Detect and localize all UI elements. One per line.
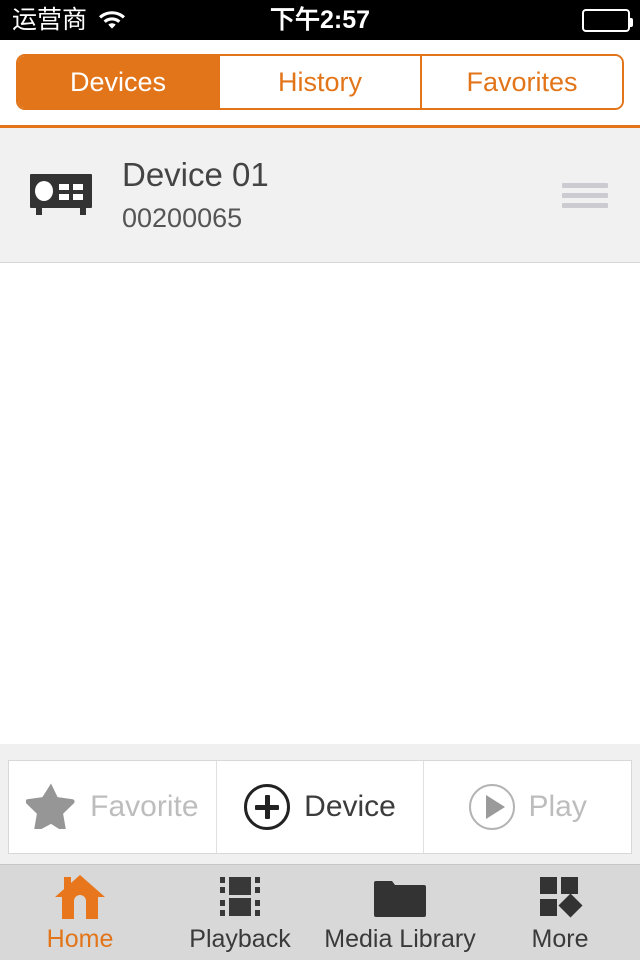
tab-devices[interactable]: Devices: [18, 56, 218, 108]
app-screen: 运营商 下午2:57 Devices History Favorites Dev…: [0, 0, 640, 960]
grid-more-icon: [537, 874, 583, 920]
tab-media-library[interactable]: Media Library: [320, 865, 480, 960]
segmented-control-bar: Devices History Favorites: [0, 40, 640, 128]
tab-devices-label: Devices: [69, 66, 167, 97]
star-icon: [25, 781, 76, 834]
add-device-label: Device: [304, 790, 396, 823]
device-info: Device 01 00200065: [106, 158, 562, 232]
tab-favorites[interactable]: Favorites: [420, 56, 622, 108]
tab-history[interactable]: History: [218, 56, 420, 108]
carrier-label: 运营商: [12, 5, 88, 34]
play-button[interactable]: Play: [423, 761, 631, 853]
film-strip-icon: [217, 874, 263, 920]
drag-handle-icon[interactable]: [562, 182, 608, 208]
favorite-label: Favorite: [90, 790, 199, 823]
status-bar: 运营商 下午2:57: [0, 0, 640, 40]
action-toolbar-container: Favorite Device Play: [0, 744, 640, 864]
tab-playback-label: Playback: [189, 925, 291, 953]
play-label: Play: [528, 790, 587, 823]
tab-history-label: History: [277, 66, 362, 97]
segmented-control[interactable]: Devices History Favorites: [16, 54, 624, 110]
add-device-button[interactable]: Device: [215, 761, 424, 853]
tab-home-label: Home: [46, 925, 114, 953]
wifi-icon: [97, 7, 127, 34]
status-bar-right: [582, 0, 633, 40]
favorite-button[interactable]: Favorite: [9, 761, 216, 853]
device-title: Device 01: [122, 156, 269, 193]
list-item[interactable]: Device 01 00200065: [0, 128, 640, 263]
folder-icon: [374, 874, 426, 920]
home-icon: [54, 874, 106, 920]
device-list: Device 01 00200065: [0, 128, 640, 744]
battery-icon: [582, 8, 633, 32]
dvr-device-icon: [28, 172, 106, 218]
play-circle-icon: [468, 784, 515, 830]
device-serial: 00200065: [122, 203, 243, 233]
tab-more[interactable]: More: [480, 865, 640, 960]
plus-circle-icon: [244, 784, 291, 830]
tab-home[interactable]: Home: [0, 865, 160, 960]
clock-label: 下午2:57: [269, 5, 371, 34]
tab-favorites-label: Favorites: [466, 66, 578, 97]
tab-media-library-label: Media Library: [324, 925, 476, 953]
action-toolbar: Favorite Device Play: [8, 760, 632, 854]
status-bar-left: 运营商: [12, 0, 127, 40]
tab-playback[interactable]: Playback: [160, 865, 320, 960]
tab-bar: Home Playback Media Library More: [0, 864, 640, 960]
tab-more-label: More: [531, 925, 589, 953]
